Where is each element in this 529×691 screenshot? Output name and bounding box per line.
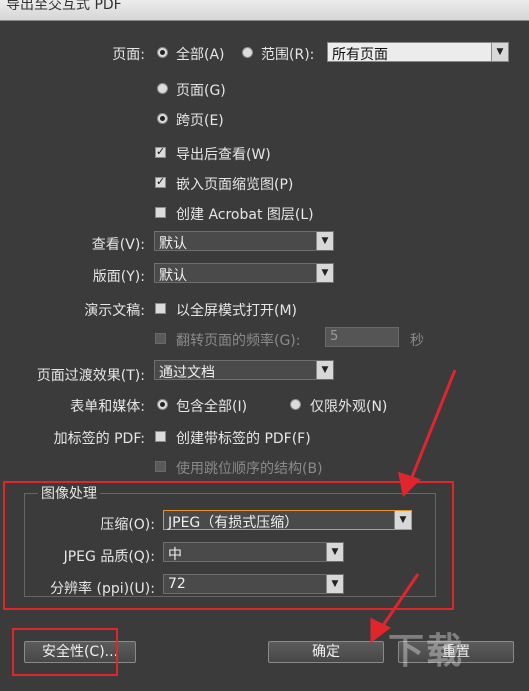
annotation-arrows	[370, 369, 457, 643]
arrow-icon	[398, 369, 457, 498]
site-watermark: 下载	[388, 631, 465, 672]
